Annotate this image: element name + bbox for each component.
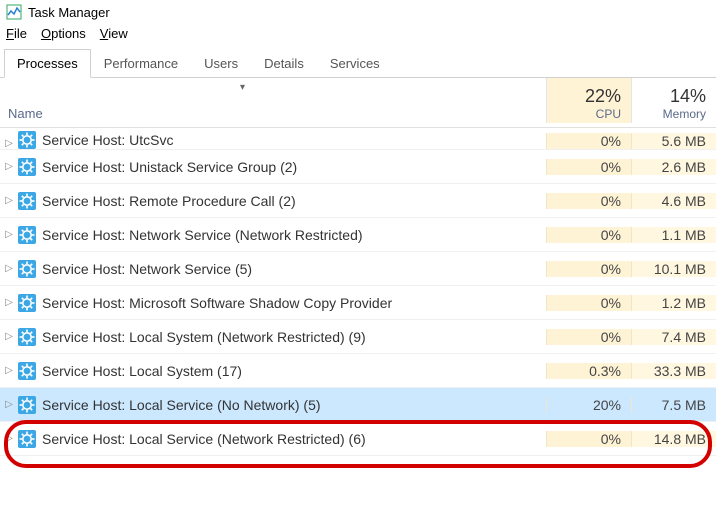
expand-chevron-icon[interactable]: ▷ (0, 399, 18, 410)
service-gear-icon (18, 328, 36, 346)
process-name: Service Host: Remote Procedure Call (2) (42, 193, 296, 209)
expand-chevron-icon[interactable]: ▷ (0, 229, 18, 240)
process-name-cell: Service Host: UtcSvc (18, 131, 546, 149)
process-row[interactable]: ▷ Service Host: Local Service (No Network… (0, 388, 716, 422)
process-name-cell: Service Host: Network Service (5) (18, 260, 546, 278)
process-cpu: 0% (546, 133, 631, 149)
process-memory: 14.8 MB (631, 431, 716, 447)
process-name: Service Host: Local Service (Network Res… (42, 431, 366, 447)
process-row[interactable]: ▷ Service Host: UtcSvc 0%5.6 MB (0, 128, 716, 150)
process-row[interactable]: ▷ Service Host: Remote Procedure Call (2)… (0, 184, 716, 218)
process-name: Service Host: Local System (17) (42, 363, 242, 379)
service-gear-icon (18, 226, 36, 244)
process-name: Service Host: Network Service (Network R… (42, 227, 363, 243)
process-memory: 33.3 MB (631, 363, 716, 379)
process-cpu: 0% (546, 261, 631, 277)
expand-chevron-icon[interactable]: ▷ (0, 433, 18, 444)
process-cpu: 0% (546, 193, 631, 209)
service-gear-icon (18, 131, 36, 149)
process-cpu: 0% (546, 227, 631, 243)
sort-indicator-icon: ▾ (240, 82, 245, 93)
service-gear-icon (18, 192, 36, 210)
process-name: Service Host: Local System (Network Rest… (42, 329, 366, 345)
tab-performance[interactable]: Performance (91, 49, 191, 77)
process-cpu: 20% (546, 397, 631, 413)
column-header-cpu[interactable]: 22% CPU (546, 78, 631, 123)
process-memory: 4.6 MB (631, 193, 716, 209)
process-name: Service Host: Unistack Service Group (2) (42, 159, 297, 175)
process-name-cell: Service Host: Remote Procedure Call (2) (18, 192, 546, 210)
column-header-row: Name ▾ 22% CPU 14% Memory (0, 78, 716, 128)
process-name-cell: Service Host: Local Service (Network Res… (18, 430, 546, 448)
process-memory: 5.6 MB (631, 133, 716, 149)
process-list: ▷Service Host: UtcSvc0%5.6 MB▷Service Ho… (0, 128, 716, 456)
process-row[interactable]: ▷ Service Host: Local System (17) 0.3%33.3… (0, 354, 716, 388)
column-header-name[interactable]: Name ▾ (0, 78, 546, 123)
process-memory: 1.2 MB (631, 295, 716, 311)
expand-chevron-icon[interactable]: ▷ (0, 297, 18, 308)
menu-file[interactable]: File (6, 26, 27, 41)
process-cpu: 0% (546, 431, 631, 447)
cpu-total-percent: 22% (547, 86, 621, 107)
process-cpu: 0% (546, 159, 631, 175)
column-header-memory[interactable]: 14% Memory (631, 78, 716, 123)
menu-options[interactable]: Options (41, 26, 86, 41)
service-gear-icon (18, 396, 36, 414)
process-memory: 10.1 MB (631, 261, 716, 277)
expand-chevron-icon[interactable]: ▷ (0, 161, 18, 172)
process-name-cell: Service Host: Local Service (No Network)… (18, 396, 546, 414)
process-row[interactable]: ▷ Service Host: Network Service (Network … (0, 218, 716, 252)
process-row[interactable]: ▷ Service Host: Unistack Service Group (2… (0, 150, 716, 184)
process-row[interactable]: ▷ Service Host: Local Service (Network Re… (0, 422, 716, 456)
process-name-cell: Service Host: Local System (17) (18, 362, 546, 380)
expand-chevron-icon[interactable]: ▷ (0, 331, 18, 342)
process-name-cell: Service Host: Network Service (Network R… (18, 226, 546, 244)
process-memory: 2.6 MB (631, 159, 716, 175)
process-memory: 1.1 MB (631, 227, 716, 243)
process-name: Service Host: Microsoft Software Shadow … (42, 295, 392, 311)
expand-chevron-icon[interactable]: ▷ (0, 138, 18, 149)
service-gear-icon (18, 430, 36, 448)
process-row[interactable]: ▷ Service Host: Local System (Network Res… (0, 320, 716, 354)
process-name: Service Host: UtcSvc (42, 132, 173, 148)
menu-view[interactable]: View (100, 26, 128, 41)
service-gear-icon (18, 158, 36, 176)
process-cpu: 0.3% (546, 363, 631, 379)
cpu-label: CPU (547, 107, 621, 121)
process-cpu: 0% (546, 329, 631, 345)
expand-chevron-icon[interactable]: ▷ (0, 263, 18, 274)
tab-processes[interactable]: Processes (4, 49, 91, 78)
title-bar: Task Manager (0, 0, 716, 24)
process-name-cell: Service Host: Microsoft Software Shadow … (18, 294, 546, 312)
service-gear-icon (18, 260, 36, 278)
window-title: Task Manager (28, 5, 110, 20)
expand-chevron-icon[interactable]: ▷ (0, 195, 18, 206)
column-header-name-label: Name (8, 106, 43, 121)
tab-bar: Processes Performance Users Details Serv… (0, 49, 716, 78)
memory-label: Memory (632, 107, 706, 121)
process-memory: 7.4 MB (631, 329, 716, 345)
task-manager-icon (6, 4, 22, 20)
process-memory: 7.5 MB (631, 397, 716, 413)
process-name-cell: Service Host: Unistack Service Group (2) (18, 158, 546, 176)
process-cpu: 0% (546, 295, 631, 311)
process-row[interactable]: ▷ Service Host: Network Service (5) 0%10.1… (0, 252, 716, 286)
tab-users[interactable]: Users (191, 49, 251, 77)
service-gear-icon (18, 362, 36, 380)
tab-services[interactable]: Services (317, 49, 393, 77)
tab-details[interactable]: Details (251, 49, 317, 77)
process-name: Service Host: Network Service (5) (42, 261, 252, 277)
service-gear-icon (18, 294, 36, 312)
process-row[interactable]: ▷ Service Host: Microsoft Software Shadow… (0, 286, 716, 320)
expand-chevron-icon[interactable]: ▷ (0, 365, 18, 376)
process-name: Service Host: Local Service (No Network)… (42, 397, 321, 413)
process-name-cell: Service Host: Local System (Network Rest… (18, 328, 546, 346)
menu-bar: File Options View (0, 24, 716, 43)
memory-total-percent: 14% (632, 86, 706, 107)
